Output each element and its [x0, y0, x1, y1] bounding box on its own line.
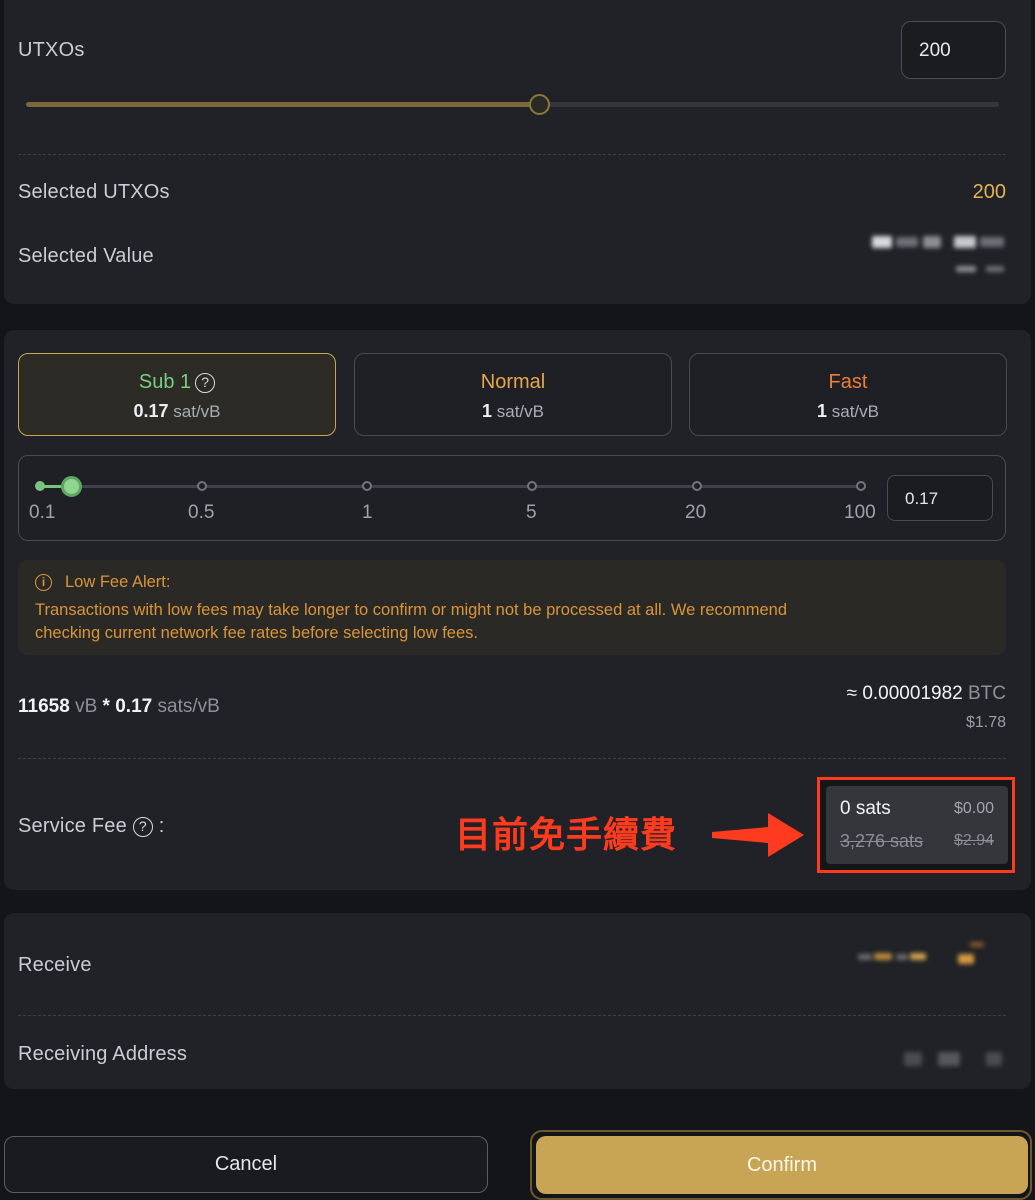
fee-option-normal[interactable]: Normal 1 sat/vB — [354, 353, 672, 436]
annotation-free-fee-text: 目前免手續費 — [455, 814, 678, 856]
network-fee-usd: $1.78 — [965, 714, 1006, 731]
fee-tick-mark[interactable] — [362, 481, 372, 491]
fee-tick-mark[interactable] — [692, 481, 702, 491]
fee-rate-input[interactable]: 0.17 — [887, 475, 993, 521]
fee-tick-mark[interactable] — [197, 481, 207, 491]
receive-label: Receive — [18, 954, 92, 976]
cancel-button[interactable]: Cancel — [4, 1136, 488, 1193]
service-fee-label: Service Fee? : — [18, 815, 165, 837]
help-icon[interactable]: ? — [132, 817, 153, 837]
utxos-slider-fill — [26, 102, 540, 107]
service-fee-value-box: 0 sats $0.00 3,276 sats $2.94 — [826, 786, 1008, 864]
fee-tick-label: 20 — [685, 502, 707, 523]
alert-text-line-2: checking current network fee rates befor… — [35, 624, 478, 642]
selected-value-label: Selected Value — [18, 245, 154, 267]
network-fee-btc: ≈ 0.00001982 BTC — [846, 683, 1006, 704]
alert-title: Low Fee Alert: — [65, 573, 171, 591]
annotation-arrow-icon — [712, 813, 804, 857]
fee-tick-label: 1 — [362, 502, 373, 523]
fee-tick-label: 100 — [844, 502, 876, 523]
receiving-address-redacted — [890, 1044, 1010, 1074]
selected-value-redacted — [868, 232, 1008, 276]
selected-utxos-label: Selected UTXOs — [18, 181, 170, 203]
fee-tick-mark[interactable] — [527, 481, 537, 491]
divider — [18, 154, 1006, 155]
low-fee-alert: i Low Fee Alert: Transactions with low f… — [18, 560, 1006, 655]
fee-option-rate: 1 sat/vB — [482, 401, 544, 421]
utxos-slider-handle[interactable] — [528, 94, 550, 115]
fee-rate-slider-panel — [18, 455, 1006, 541]
fee-option-name: Fast — [828, 371, 868, 393]
help-icon[interactable]: ? — [195, 373, 216, 393]
fee-rate-slider-handle[interactable] — [61, 476, 82, 497]
fee-tick-mark[interactable] — [856, 481, 866, 491]
fee-tick-label: 0.1 — [29, 502, 56, 523]
service-fee-sats: 0 sats — [840, 798, 891, 819]
service-fee-original-sats: 3,276 sats — [840, 831, 924, 851]
fee-option-fast[interactable]: Fast 1 sat/vB — [689, 353, 1007, 436]
fee-tick-mark[interactable] — [35, 481, 45, 491]
fee-option-name: Normal — [480, 371, 546, 393]
info-icon: i — [35, 574, 52, 591]
alert-text-line-1: Transactions with low fees may take long… — [35, 601, 787, 619]
fee-option-name: Sub 1? — [19, 370, 335, 394]
service-fee-original-usd: $2.94 — [953, 832, 994, 849]
fee-tick-label: 0.5 — [188, 502, 215, 523]
fee-option-rate: 0.17 sat/vB — [133, 401, 221, 421]
fee-calculation: 11658 vB * 0.17 sats/vB — [18, 696, 220, 717]
fee-rate-slider-track[interactable] — [40, 485, 862, 488]
divider — [18, 1015, 1006, 1016]
service-fee-usd: $0.00 — [953, 800, 994, 817]
utxos-count-input[interactable]: 200 — [901, 21, 1006, 79]
selected-utxos-value: 200 — [972, 181, 1006, 203]
confirm-button[interactable]: Confirm — [536, 1136, 1028, 1194]
utxos-label: UTXOs — [18, 39, 85, 61]
fee-option-rate: 1 sat/vB — [817, 401, 879, 421]
receive-amount-redacted — [852, 940, 1012, 980]
receiving-address-label: Receiving Address — [18, 1043, 188, 1065]
divider — [18, 758, 1006, 759]
fee-tick-label: 5 — [526, 502, 537, 523]
fee-option-sub1[interactable]: Sub 1? 0.17 sat/vB — [18, 353, 336, 436]
